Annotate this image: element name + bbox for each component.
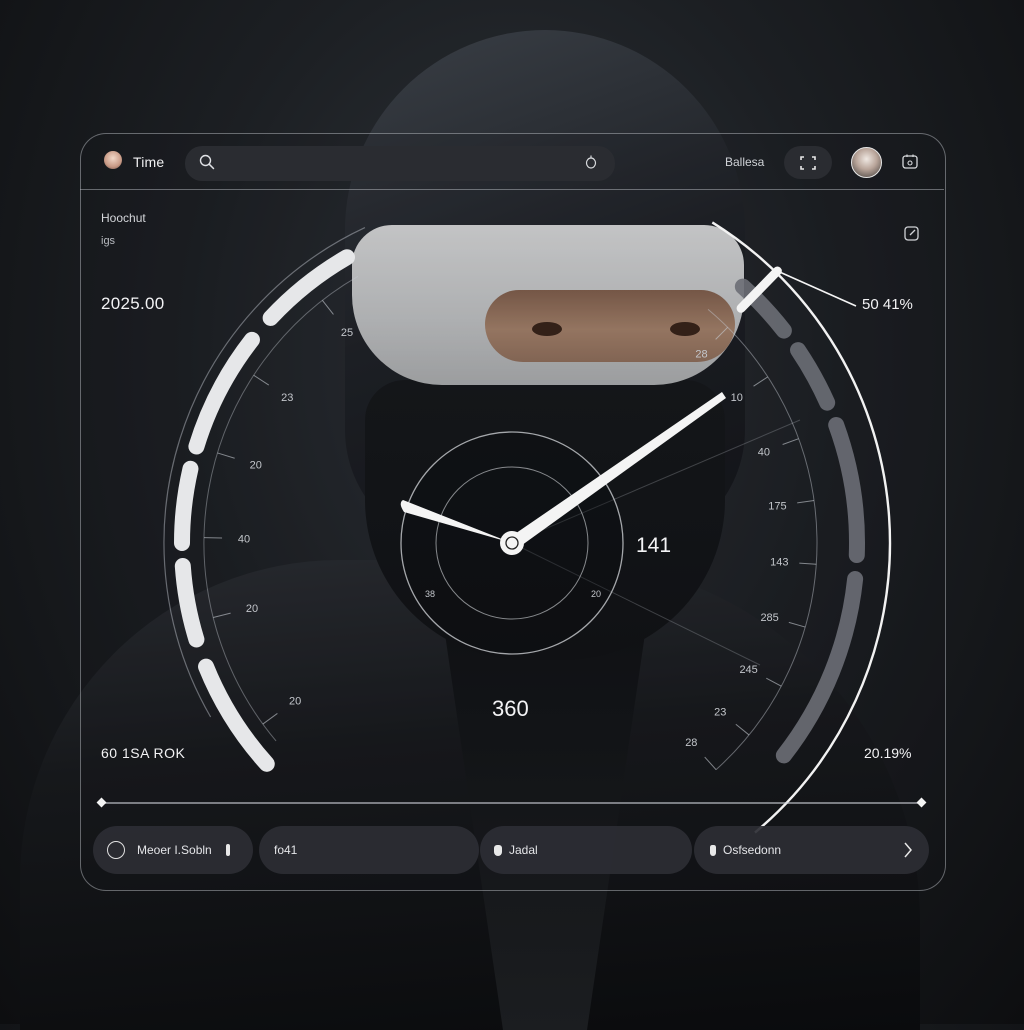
status-label: Ballesa xyxy=(725,155,764,169)
search-input[interactable] xyxy=(185,146,615,181)
mic-icon[interactable] xyxy=(585,155,597,169)
tab-4-label: Osfsedonn xyxy=(723,843,781,857)
number-icon xyxy=(710,845,716,856)
focus-button[interactable] xyxy=(784,146,832,179)
readout-right-bottom: 20.19% xyxy=(864,745,911,761)
expand-icon[interactable] xyxy=(904,226,919,241)
calendar-icon[interactable] xyxy=(902,154,918,169)
readout-right-top: 50 41% xyxy=(862,296,913,313)
focus-frame-icon xyxy=(800,156,816,170)
section-title: Hoochut xyxy=(101,211,146,225)
tab-1[interactable]: Meoer I.Sobln xyxy=(93,826,253,874)
tab-4[interactable]: Osfsedonn xyxy=(694,826,929,874)
dial-center-value: 360 xyxy=(492,696,529,722)
dial-hand-value: 141 xyxy=(636,534,671,558)
readout-left-top: 2025.00 xyxy=(101,294,165,314)
lock-icon xyxy=(494,845,502,856)
radio-icon[interactable] xyxy=(107,841,125,859)
tab-2[interactable]: fo41 xyxy=(259,826,479,874)
search-icon[interactable] xyxy=(199,154,215,170)
timeline-slider[interactable] xyxy=(101,802,923,804)
glass-panel xyxy=(80,133,946,891)
header-divider xyxy=(80,189,944,190)
chevron-right-icon[interactable] xyxy=(903,842,913,858)
section-subtitle: igs xyxy=(101,235,115,247)
toggle-indicator-icon xyxy=(226,844,230,856)
app-avatar-icon xyxy=(104,151,122,169)
tab-2-label: fo41 xyxy=(274,843,297,857)
tab-3[interactable]: Jadal xyxy=(480,826,692,874)
app-title: Time xyxy=(133,154,164,170)
user-avatar[interactable] xyxy=(851,147,882,178)
tab-1-label: Meoer I.Sobln xyxy=(137,843,212,857)
readout-left-bottom: 60 1SA ROK xyxy=(101,745,185,761)
tab-3-label: Jadal xyxy=(509,843,538,857)
